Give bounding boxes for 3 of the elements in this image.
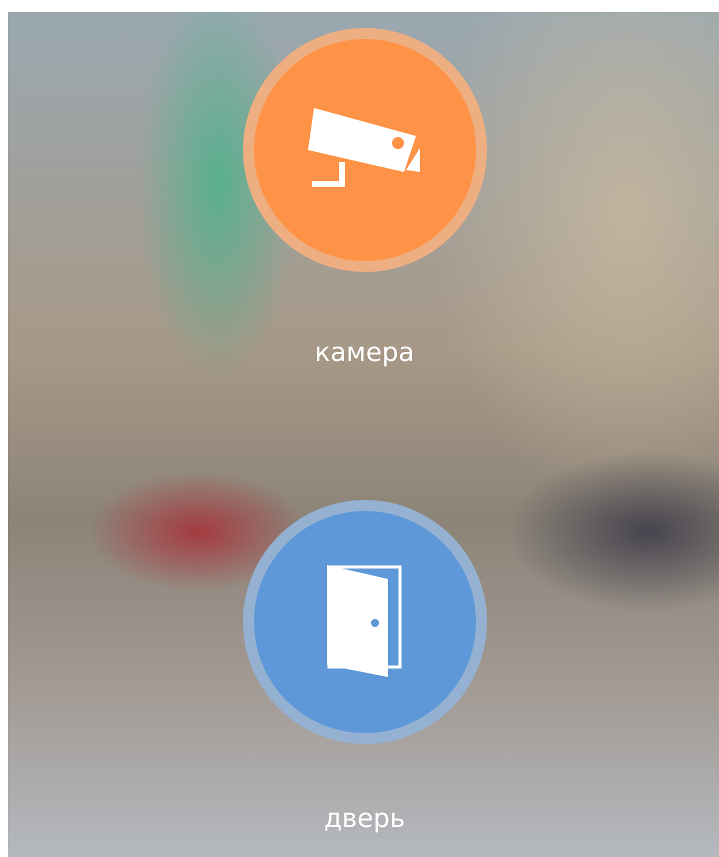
action-label: дверь: [324, 803, 406, 836]
action-label: камера: [314, 337, 414, 370]
door-icon: [326, 565, 402, 679]
